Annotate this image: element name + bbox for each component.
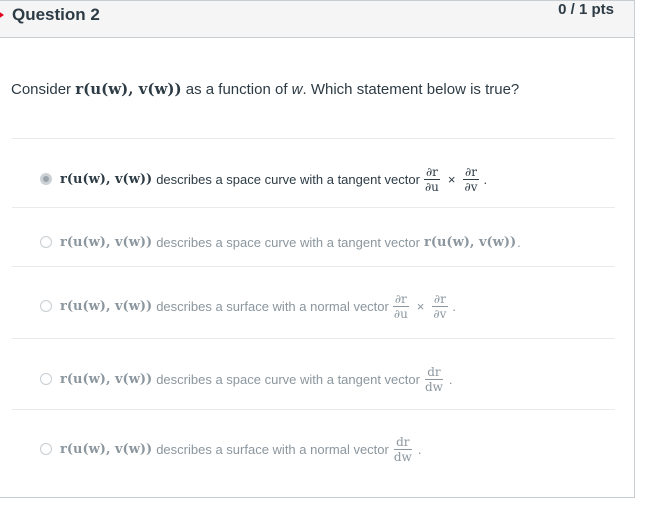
question-function: r(u(w), v(w)) <box>75 80 182 98</box>
answer-option-3[interactable]: r(u(w), v(w)) describes a surface with a… <box>40 286 456 326</box>
fraction-denominator: ∂v <box>464 179 478 194</box>
option-expr: r(u(w), v(w)) <box>60 171 153 187</box>
divider <box>12 409 615 410</box>
question-text: Consider r(u(w), v(w)) as a function of … <box>11 80 519 98</box>
option-text: describes a surface with a normal vector <box>156 441 389 457</box>
question-suffix-pre: as a function of <box>185 81 288 98</box>
incorrect-flag-icon <box>0 8 4 22</box>
option-text: describes a space curve with a tangent v… <box>156 371 420 387</box>
fraction: ∂r ∂u <box>423 165 441 194</box>
inline-math: r(u(w), v(w)) <box>423 234 517 250</box>
fraction: ∂r ∂v <box>431 292 448 321</box>
question-title: Question 2 <box>12 5 100 24</box>
fraction-denominator: dw <box>393 449 412 464</box>
fraction: dr dw <box>392 435 414 464</box>
option-end: . <box>452 298 456 314</box>
fraction-denominator: ∂u <box>424 179 439 194</box>
question-header: Question 2 0 / 1 pts <box>0 1 634 38</box>
option-text: describes a space curve with a tangent v… <box>156 234 420 250</box>
question-suffix-post: . Which statement below is true? <box>302 81 520 98</box>
radio-button-selected[interactable] <box>40 173 52 185</box>
answer-option-4[interactable]: r(u(w), v(w)) describes a space curve wi… <box>40 359 453 399</box>
option-text: describes a surface with a normal vector <box>156 298 389 314</box>
fraction-denominator: dw <box>424 379 443 394</box>
option-expr: r(u(w), v(w)) <box>60 441 153 457</box>
fraction-numerator: dr <box>394 434 412 450</box>
option-end: . <box>417 441 422 457</box>
fraction-numerator: ∂r <box>431 291 448 307</box>
question-card: Question 2 0 / 1 pts Consider r(u(w), v(… <box>0 0 635 498</box>
fraction-numerator: ∂r <box>423 164 440 180</box>
answer-option-5[interactable]: r(u(w), v(w)) describes a surface with a… <box>40 429 421 469</box>
divider <box>12 207 615 208</box>
cross-product-operator: × <box>447 171 456 187</box>
option-end: . <box>483 171 488 187</box>
fraction: ∂r ∂u <box>392 292 410 321</box>
fraction: dr dw <box>423 365 445 394</box>
answer-option-2[interactable]: r(u(w), v(w)) describes a space curve wi… <box>40 222 521 262</box>
fraction-numerator: dr <box>425 364 443 380</box>
fraction-denominator: ∂v <box>433 306 447 321</box>
cross-product-operator: × <box>416 298 425 314</box>
radio-button[interactable] <box>40 373 52 385</box>
option-end: . <box>517 234 521 250</box>
divider <box>12 266 615 267</box>
radio-button[interactable] <box>40 443 52 455</box>
radio-button[interactable] <box>40 236 52 248</box>
question-points: 0 / 1 pts <box>558 1 614 18</box>
question-prefix: Consider <box>11 81 72 98</box>
divider <box>12 338 615 339</box>
fraction: ∂r ∂v <box>463 165 480 194</box>
divider <box>12 138 615 139</box>
radio-button[interactable] <box>40 300 52 312</box>
fraction-numerator: ∂r <box>392 291 409 307</box>
fraction-denominator: ∂u <box>393 306 408 321</box>
option-expr: r(u(w), v(w)) <box>60 298 153 314</box>
fraction-numerator: ∂r <box>463 164 479 180</box>
question-variable: w <box>291 81 303 98</box>
option-expr: r(u(w), v(w)) <box>60 371 153 387</box>
option-end: . <box>448 371 453 387</box>
answer-option-1[interactable]: r(u(w), v(w)) describes a space curve wi… <box>40 159 487 199</box>
option-text: describes a space curve with a tangent v… <box>156 171 420 187</box>
option-expr: r(u(w), v(w)) <box>60 234 153 250</box>
